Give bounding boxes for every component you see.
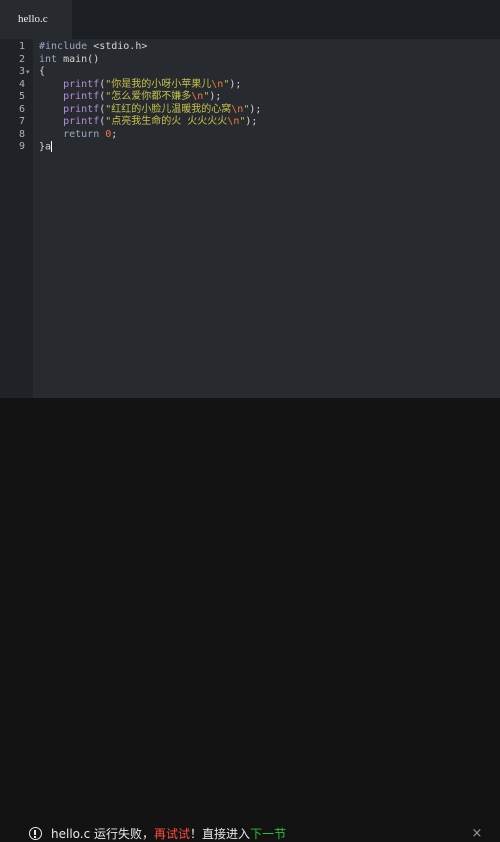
code-line[interactable]: printf("红红的小脸儿温暖我的心窝\n"); [39,104,261,117]
line-number: 8 [18,128,25,140]
tab-bar: hello.c [0,0,500,39]
code-token: \n [227,116,240,127]
code-token: ); [209,91,222,102]
tab-hello-c[interactable]: hello.c [0,0,72,39]
code-token: return [63,128,106,140]
fold-toggle-icon[interactable]: ▾ [26,66,30,79]
code-token: \n [211,78,224,90]
line-number: 5 [18,91,25,102]
code-token: printf [63,116,100,127]
code-token: int [39,53,64,65]
code-token: ); [245,116,258,127]
line-number: 7 [18,116,25,127]
line-number: 4 [18,78,25,90]
code-token: \n [231,103,244,115]
code-line[interactable]: int main() [39,54,99,67]
line-number-gutter: 1 2 3 4 5 6 7 8 9 ▾ [0,39,33,398]
failed-text: 运行失败， [90,827,155,841]
code-token: }a [39,141,52,153]
code-line[interactable]: printf("点亮我生命的火 火火火火\n"); [39,116,257,129]
code-token: ; [111,128,118,140]
close-icon[interactable]: × [470,826,484,842]
run-failed-message: hello.c 运行失败，再试试！直接进入下一节 [51,826,286,842]
code-editor[interactable]: hello.c 1 2 3 4 5 6 7 8 9 ▾ #include <stdio.h> int… [0,0,500,398]
code-token: printf [63,78,100,90]
line-number: 9 [18,141,25,152]
line-number: 2 [18,53,25,65]
code-token: "点亮我生命的火 火火火火 [105,116,228,127]
line-number: 1 [18,41,25,52]
code-token: printf [63,91,100,102]
retry-link[interactable]: 再试试 [154,827,190,841]
code-token: \n [191,91,204,102]
code-line[interactable]: printf("怎么爱你都不嫌多\n"); [39,91,221,104]
code-token: { [39,66,46,77]
line-number: 3 [18,66,25,77]
filename-label: hello.c [51,827,91,841]
code-token: main() [63,53,100,65]
goto-text: ！直接进入 [190,827,251,841]
code-token: "红红的小脸儿温暖我的心窝 [105,103,232,115]
code-line[interactable]: return 0; [39,129,117,142]
code-token: "怎么爱你都不嫌多 [105,91,192,102]
code-line[interactable]: }a [39,141,53,154]
code-token: ); [249,103,262,115]
next-section-link[interactable]: 下一节 [250,827,286,841]
code-token: <stdio.h> [93,41,148,52]
run-result-banner: hello.c 运行失败，再试试！直接进入下一节 × [0,398,500,841]
text-cursor [51,141,53,152]
alert-circle-icon [29,827,42,840]
code-line[interactable]: #include <stdio.h> [39,41,147,54]
code-token: "你是我的小呀小苹果儿 [105,78,212,90]
line-number: 6 [18,103,25,115]
code-token: ); [229,78,242,90]
code-line[interactable]: printf("你是我的小呀小苹果儿\n"); [39,79,241,92]
code-line[interactable]: { [39,66,45,79]
code-token: #include [39,41,94,52]
code-token: printf [63,103,100,115]
